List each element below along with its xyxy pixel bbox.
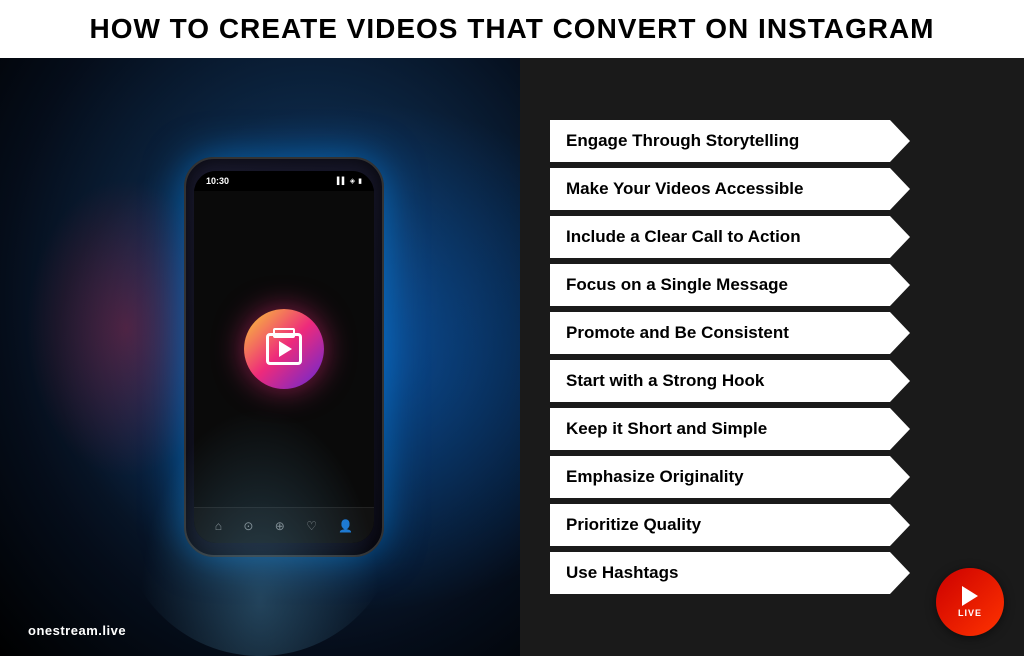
arrow-shape: Prioritize Quality: [550, 504, 910, 546]
list-item-label: Engage Through Storytelling: [566, 131, 799, 151]
hand-overlay: [120, 376, 400, 656]
arrow-shape: Emphasize Originality: [550, 456, 910, 498]
arrow-shape: Focus on a Single Message: [550, 264, 910, 306]
status-time: 10:30: [206, 176, 229, 186]
status-icons: ▌▌ ◈ ▮: [337, 177, 362, 185]
arrow-shape: Keep it Short and Simple: [550, 408, 910, 450]
list-item: Make Your Videos Accessible: [550, 168, 1004, 210]
reel-box: [266, 333, 302, 365]
reel-inner: [259, 324, 309, 374]
list-item: Keep it Short and Simple: [550, 408, 1004, 450]
list-section: Engage Through Storytelling Make Your Vid…: [520, 58, 1024, 656]
arrow-shape: Engage Through Storytelling: [550, 120, 910, 162]
brand-name: onestream.live: [28, 623, 126, 638]
arrow-shape: Include a Clear Call to Action: [550, 216, 910, 258]
list-item: Use Hashtags: [550, 552, 1004, 594]
list-item: Engage Through Storytelling: [550, 120, 1004, 162]
arrow-shape: Make Your Videos Accessible: [550, 168, 910, 210]
header-bar: HOW TO CREATE VIDEOS THAT CONVERT ON INS…: [0, 0, 1024, 58]
list-item-label: Emphasize Originality: [566, 467, 744, 487]
list-item-label: Use Hashtags: [566, 563, 678, 583]
list-item-label: Prioritize Quality: [566, 515, 701, 535]
arrow-shape: Promote and Be Consistent: [550, 312, 910, 354]
signal-icon: ▌▌: [337, 178, 347, 185]
onestream-logo-badge: LIVE: [936, 568, 1004, 636]
list-item-label: Keep it Short and Simple: [566, 419, 767, 439]
page-title: HOW TO CREATE VIDEOS THAT CONVERT ON INS…: [89, 13, 934, 45]
battery-icon: ▮: [358, 177, 362, 185]
list-item-label: Focus on a Single Message: [566, 275, 788, 295]
list-item: Focus on a Single Message: [550, 264, 1004, 306]
list-item: Prioritize Quality: [550, 504, 1004, 546]
status-bar: 10:30 ▌▌ ◈ ▮: [194, 171, 374, 191]
list-item-label: Include a Clear Call to Action: [566, 227, 801, 247]
play-triangle: [279, 341, 292, 357]
logo-live-label: LIVE: [958, 608, 982, 618]
list-item-label: Start with a Strong Hook: [566, 371, 764, 391]
phone-section: 10:30 ▌▌ ◈ ▮: [0, 58, 520, 656]
list-item: Start with a Strong Hook: [550, 360, 1004, 402]
wifi-icon: ◈: [350, 177, 355, 185]
list-item: Emphasize Originality: [550, 456, 1004, 498]
arrow-shape: Use Hashtags: [550, 552, 910, 594]
list-item: Promote and Be Consistent: [550, 312, 1004, 354]
main-content: 10:30 ▌▌ ◈ ▮: [0, 58, 1024, 656]
list-item-label: Promote and Be Consistent: [566, 323, 789, 343]
list-item-label: Make Your Videos Accessible: [566, 179, 804, 199]
arrow-shape: Start with a Strong Hook: [550, 360, 910, 402]
logo-play-icon: [962, 586, 978, 606]
list-item: Include a Clear Call to Action: [550, 216, 1004, 258]
